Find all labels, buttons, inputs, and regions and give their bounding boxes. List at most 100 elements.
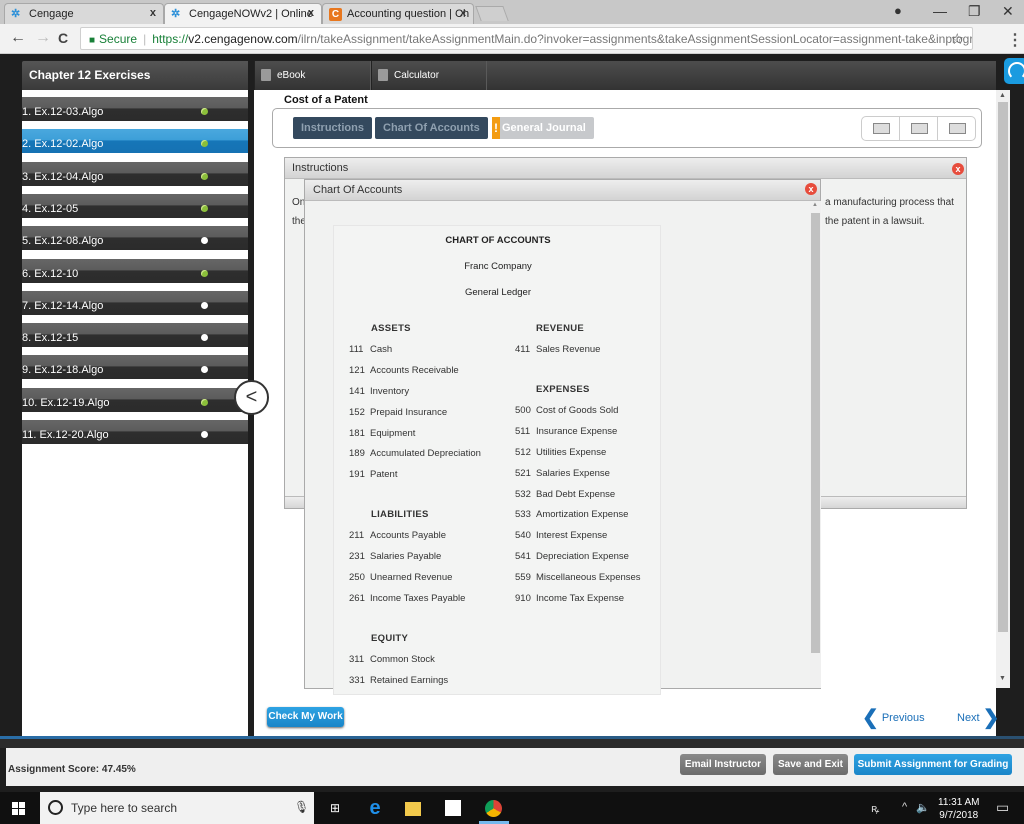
- sidebar-item-question-5[interactable]: 5. Ex.12-08.Algo: [22, 223, 248, 251]
- ebook-button[interactable]: eBook: [254, 61, 371, 90]
- action-center-icon[interactable]: ▭: [996, 799, 1009, 816]
- browser-tab-cengagenow[interactable]: ✲ CengageNOWv2 | Online x: [164, 3, 322, 24]
- browser-menu-icon[interactable]: ⋮: [1007, 30, 1023, 50]
- scrollbar-thumb[interactable]: [811, 213, 820, 653]
- account-row: 231 Salaries Payable: [349, 551, 441, 562]
- account-name: Income Tax Expense: [536, 593, 625, 604]
- account-row: 311 Common Stock: [349, 654, 435, 665]
- account-number: 533: [515, 509, 531, 521]
- close-instructions-icon[interactable]: x: [952, 163, 964, 175]
- previous-label: Previous: [881, 712, 925, 724]
- new-tab-button[interactable]: [475, 6, 509, 21]
- store-icon[interactable]: [445, 800, 461, 816]
- scroll-down-icon[interactable]: ▼: [999, 675, 1006, 682]
- account-name: Patent: [370, 469, 398, 481]
- layout-split-button[interactable]: [900, 117, 938, 140]
- email-instructor-button[interactable]: Email Instructor: [680, 754, 766, 775]
- account-name: Equipment: [370, 427, 416, 439]
- url-host: v2.cengagenow.com: [188, 32, 298, 46]
- sidebar-item-question-2[interactable]: 2. Ex.12-02.Algo: [22, 126, 248, 154]
- account-row: 331 Retained Earnings: [349, 675, 448, 686]
- close-dialog-icon[interactable]: x: [805, 183, 817, 195]
- layout-switcher: [861, 116, 976, 141]
- forward-icon[interactable]: →: [35, 29, 51, 47]
- taskbar-search-input[interactable]: Type here to search 🎙: [40, 792, 314, 824]
- scrollbar-thumb[interactable]: [998, 102, 1008, 632]
- previous-button[interactable]: ❮ Previous: [862, 705, 925, 730]
- people-icon[interactable]: ꝶ: [871, 801, 879, 816]
- account-number: 411: [515, 343, 531, 355]
- account-row: 559 Miscellaneous Expenses: [515, 572, 641, 583]
- account-number: 331: [349, 674, 365, 686]
- sidebar-item-question-7[interactable]: 7. Ex.12-14.Algo: [22, 287, 248, 315]
- chegg-icon: C: [329, 8, 342, 21]
- restore-icon[interactable]: ❐: [968, 3, 981, 20]
- bookmark-star-icon[interactable]: ☆: [951, 30, 964, 48]
- sidebar-item-question-11[interactable]: 11. Ex.12-20.Algo: [22, 417, 248, 444]
- account-number: 532: [515, 488, 531, 500]
- account-number: 541: [515, 551, 531, 563]
- sidebar-item-question-4[interactable]: 4. Ex.12-05: [22, 190, 248, 218]
- sidebar-item-question-10[interactable]: 10. Ex.12-19.Algo: [22, 384, 248, 412]
- reload-icon[interactable]: C: [58, 30, 68, 46]
- tray-chevron-up-icon[interactable]: ^: [902, 801, 907, 813]
- calculator-button[interactable]: Calculator: [371, 61, 487, 90]
- account-number: 141: [349, 385, 365, 397]
- layout-list-button[interactable]: [938, 117, 976, 140]
- scroll-up-icon[interactable]: ▲: [812, 202, 818, 208]
- edge-icon[interactable]: e: [366, 798, 384, 818]
- microphone-icon[interactable]: 🎙: [294, 800, 309, 814]
- tab-chart-of-accounts[interactable]: Chart Of Accounts: [375, 117, 488, 139]
- question-title: Cost of a Patent: [284, 94, 368, 106]
- volume-icon[interactable]: 🔈: [916, 801, 930, 814]
- dialog-scrollbar[interactable]: ▲: [810, 201, 821, 688]
- layout-stacked-button[interactable]: [862, 117, 900, 140]
- account-number: 152: [349, 406, 365, 418]
- account-name: Bad Debt Expense: [536, 488, 616, 500]
- task-view-icon[interactable]: ⊞: [326, 800, 344, 817]
- scroll-up-icon[interactable]: ▲: [999, 92, 1006, 99]
- account-icon[interactable]: ●: [894, 3, 902, 18]
- back-icon[interactable]: ←: [10, 29, 26, 47]
- browser-tab-chegg[interactable]: C Accounting question | Ch x: [322, 3, 474, 24]
- chart-of-accounts-sheet: CHART OF ACCOUNTS Franc Company General …: [333, 225, 661, 695]
- sidebar-item-question-6[interactable]: 6. Ex.12-10: [22, 255, 248, 283]
- window-close-icon[interactable]: ✕: [1002, 3, 1014, 20]
- system-clock[interactable]: 11:31 AM 9/7/2018: [938, 796, 980, 822]
- sidebar-item-question-1[interactable]: 1. Ex.12-03.Algo: [22, 94, 248, 121]
- sidebar-item-question-8[interactable]: 8. Ex.12-15: [22, 320, 248, 348]
- sidebar-item-question-9[interactable]: 9. Ex.12-18.Algo: [22, 352, 248, 380]
- main-scrollbar[interactable]: ▲ ▼: [996, 90, 1010, 688]
- account-row: 152 Prepaid Insurance: [349, 407, 447, 418]
- tab-close-icon[interactable]: x: [460, 7, 466, 19]
- tab-close-icon[interactable]: x: [150, 7, 156, 19]
- file-explorer-icon[interactable]: [405, 802, 421, 816]
- account-name: Income Taxes Payable: [370, 592, 466, 604]
- account-row: 533 Amortization Expense: [515, 509, 628, 520]
- dialog-header[interactable]: Chart Of Accounts: [305, 180, 820, 201]
- question-label: 5. Ex.12-08.Algo: [22, 235, 104, 248]
- chrome-icon[interactable]: [485, 800, 502, 817]
- save-and-exit-button[interactable]: Save and Exit: [773, 754, 848, 775]
- support-headset-icon[interactable]: [1004, 58, 1024, 84]
- next-button[interactable]: Next ❯: [957, 705, 999, 730]
- account-number: 211: [349, 529, 365, 541]
- account-row: 532 Bad Debt Expense: [515, 489, 615, 500]
- sidebar-item-question-3[interactable]: 3. Ex.12-04.Algo: [22, 158, 248, 186]
- windows-start-icon[interactable]: [12, 802, 25, 815]
- account-number: 181: [349, 427, 365, 439]
- tab-general-journal[interactable]: ! General Journal: [492, 117, 594, 139]
- tab-close-icon[interactable]: x: [308, 7, 314, 19]
- instructions-text: the patent in a lawsuit.: [825, 216, 925, 227]
- ledger-name: General Ledger: [464, 287, 532, 298]
- account-name: Salaries Expense: [536, 467, 610, 479]
- tab-title: Accounting question | Ch: [347, 8, 470, 20]
- submit-assignment-button[interactable]: Submit Assignment for Grading: [854, 754, 1012, 775]
- account-number: 521: [515, 467, 531, 479]
- minimize-icon[interactable]: —: [933, 3, 947, 19]
- browser-tab-cengage[interactable]: ✲ Cengage x: [4, 3, 164, 24]
- tab-instructions[interactable]: Instructions: [293, 117, 372, 139]
- collapse-sidebar-button[interactable]: <: [234, 380, 269, 415]
- check-my-work-button[interactable]: Check My Work: [267, 707, 344, 727]
- url-input[interactable]: ■ Secure | https://v2.cengagenow.com/ilrn/t…: [80, 27, 973, 50]
